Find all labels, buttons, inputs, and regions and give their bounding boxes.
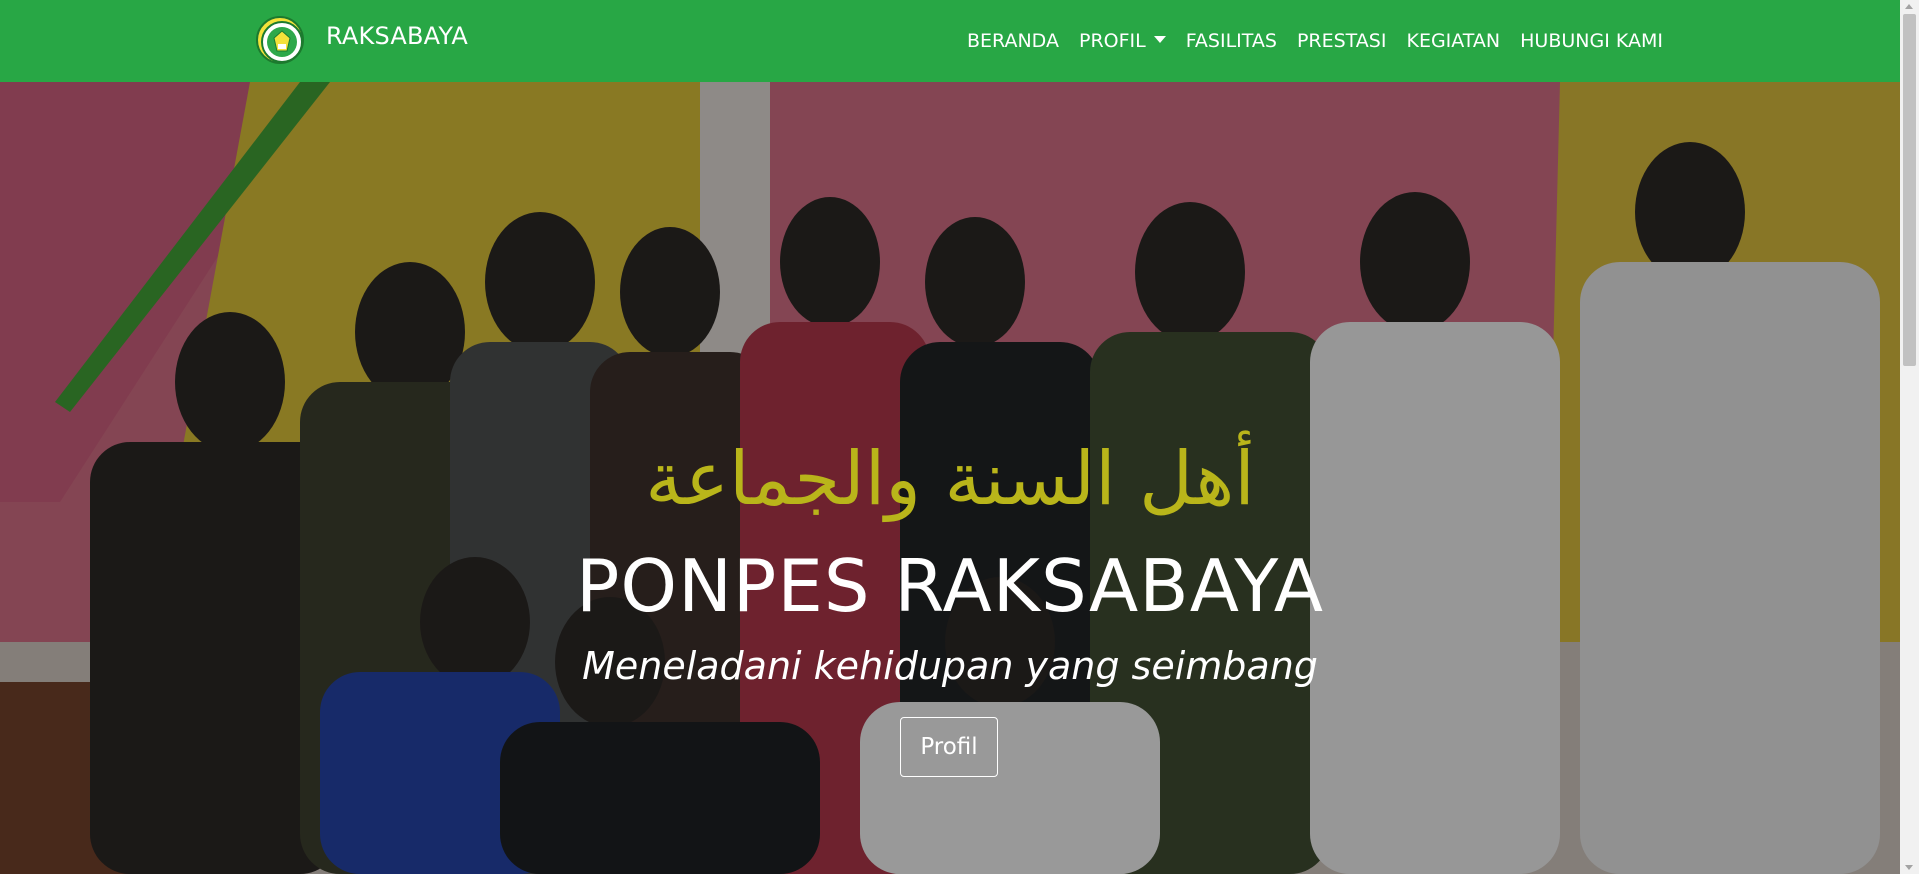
brand-name[interactable]: RAKSABAYA — [326, 22, 468, 50]
nav-link-fasilitas[interactable]: FASILITAS — [1186, 30, 1277, 52]
hero-arabic-title: أهل السنة والجماعة — [645, 436, 1255, 522]
nav-link-hubungi-kami[interactable]: HUBUNGI KAMI — [1520, 30, 1663, 52]
scrollbar-thumb[interactable] — [1903, 14, 1916, 366]
nav-links: BERANDA PROFIL FASILITAS PRESTASI KEGIAT… — [967, 30, 1663, 52]
nav-link-profil-label: PROFIL — [1078, 30, 1146, 52]
nav-link-prestasi[interactable]: PRESTASI — [1297, 30, 1387, 52]
hero-section: أهل السنة والجماعة PONPES RAKSABAYA Mene… — [0, 82, 1900, 874]
brand-logo-icon[interactable] — [256, 16, 304, 64]
navbar: RAKSABAYA BERANDA PROFIL FASILITAS PREST… — [0, 0, 1900, 82]
profil-button[interactable]: Profil — [900, 717, 998, 777]
hero-content: أهل السنة والجماعة PONPES RAKSABAYA Mene… — [0, 82, 1900, 874]
nav-link-profil[interactable]: PROFIL — [1079, 30, 1166, 52]
scroll-down-arrow-icon[interactable] — [1905, 865, 1913, 870]
hero-subtitle: Meneladani kehidupan yang seimbang — [582, 644, 1318, 688]
nav-link-beranda[interactable]: BERANDA — [967, 30, 1059, 52]
nav-link-kegiatan[interactable]: KEGIATAN — [1406, 30, 1500, 52]
dropdown-caret-icon — [1153, 36, 1166, 43]
page: RAKSABAYA BERANDA PROFIL FASILITAS PREST… — [0, 0, 1919, 874]
scroll-up-arrow-icon[interactable] — [1905, 4, 1913, 9]
hero-title: PONPES RAKSABAYA — [575, 544, 1325, 628]
page-scrollbar[interactable] — [1900, 0, 1919, 874]
